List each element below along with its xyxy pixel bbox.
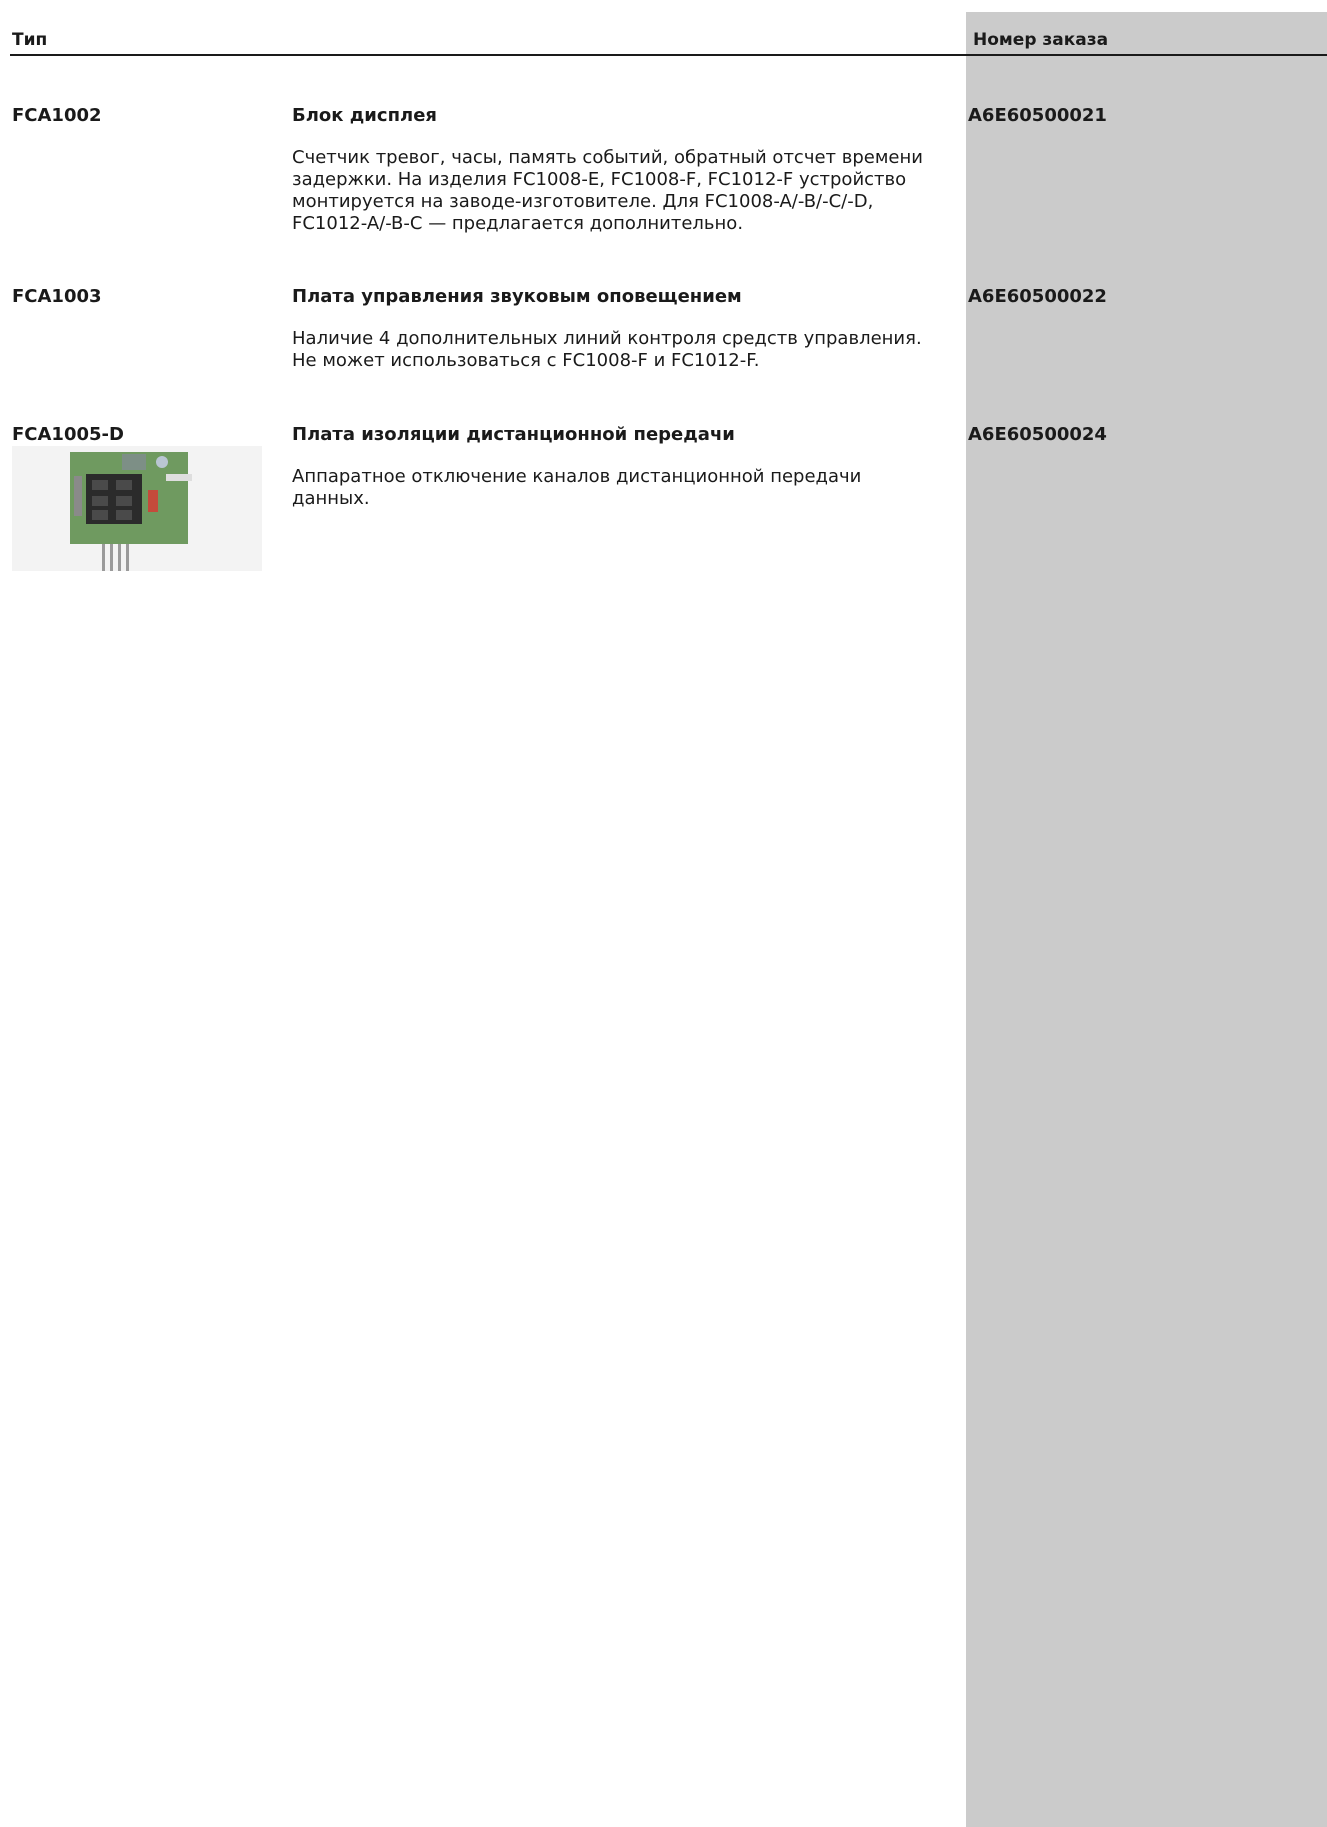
item-description: Счетчик тревог, часы, память событий, об… <box>292 147 962 235</box>
description-line: задержки. На изделия FC1008-E, FC1008-F,… <box>292 169 907 190</box>
description-line: Не может использоваться с FC1008-F и FC1… <box>292 350 760 371</box>
item-order-number: A6E60500022 <box>968 286 1107 307</box>
item-order-number: A6E60500024 <box>968 424 1107 445</box>
description-line: Наличие 4 дополнительных линий контроля … <box>292 328 922 349</box>
item-title: Плата изоляции дистанционной передачи <box>292 424 735 445</box>
header-type: Тип <box>12 30 48 50</box>
item-title: Плата управления звуковым оповещением <box>292 286 742 307</box>
description-line: FC1012-A/-B-C — предлагается дополнитель… <box>292 213 744 234</box>
description-line: Счетчик тревог, часы, память событий, об… <box>292 147 923 168</box>
item-type: FCA1002 <box>12 105 102 126</box>
description-line: данных. <box>292 488 370 509</box>
description-line: монтируется на заводе-изготовителе. Для … <box>292 191 874 212</box>
description-line: Аппаратное отключение каналов дистанцион… <box>292 466 862 487</box>
item-title: Блок дисплея <box>292 105 437 126</box>
order-number-column <box>966 12 1327 1827</box>
header-order-number: Номер заказа <box>973 30 1109 50</box>
item-description: Наличие 4 дополнительных линий контроля … <box>292 328 962 372</box>
item-order-number: A6E60500021 <box>968 105 1107 126</box>
header-divider <box>10 54 1327 56</box>
item-type: FCA1003 <box>12 286 102 307</box>
item-description: Аппаратное отключение каналов дистанцион… <box>292 466 962 510</box>
item-type: FCA1005-D <box>12 424 124 445</box>
circuit-board-photo <box>12 446 262 571</box>
